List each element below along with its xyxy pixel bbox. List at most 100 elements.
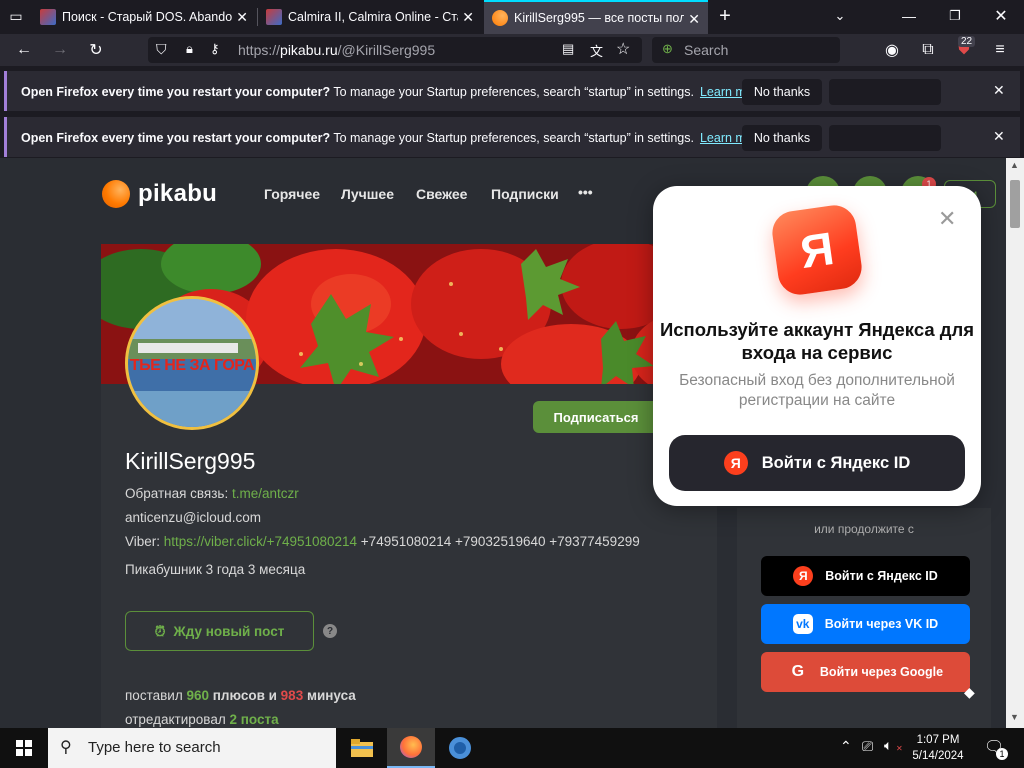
pikabu-logo-icon[interactable] xyxy=(102,180,130,208)
profile-username: KirillSerg995 xyxy=(125,448,256,474)
firefox-taskbar-icon[interactable] xyxy=(387,728,435,768)
nav-more-icon[interactable]: ••• xyxy=(578,184,593,200)
scroll-down-icon[interactable]: ▼ xyxy=(1010,712,1019,722)
network-icon[interactable]: ⎚ xyxy=(862,738,873,755)
list-all-tabs-icon[interactable]: ▭ xyxy=(4,4,28,28)
feedback-line: Обратная связь: t.me/antczr xyxy=(125,486,299,501)
extensions-icon[interactable]: ⧉ xyxy=(916,38,940,62)
notification-text: To manage your Startup preferences, sear… xyxy=(330,85,694,99)
popup-subtitle: Безопасный вход без дополнительной регис… xyxy=(679,372,955,409)
close-notification-icon[interactable]: ✕ xyxy=(993,128,1005,145)
login-vk-label: Войти через VK ID xyxy=(824,617,939,631)
page-scrollbar[interactable]: ▲ ▼ xyxy=(1006,158,1024,728)
stat-edits: отредактировал 2 поста xyxy=(125,712,279,727)
chrome-taskbar-icon[interactable] xyxy=(436,728,484,768)
system-clock[interactable]: 1:07 PM 5/14/2024 xyxy=(908,732,968,764)
paint-bucket-icon: ◆ xyxy=(964,684,975,700)
stat-text: поставил xyxy=(125,688,187,703)
yandex-icon: Я xyxy=(793,566,814,586)
scrollbar-thumb[interactable] xyxy=(1010,180,1020,228)
close-tab-icon[interactable]: ✕ xyxy=(236,9,248,26)
avatar[interactable]: ТЬЕ НЕ ЗА ГОРА xyxy=(125,296,259,430)
windows-logo-icon xyxy=(16,740,32,756)
no-thanks-button[interactable]: No thanks xyxy=(742,125,822,151)
maximize-button[interactable]: ❐ xyxy=(943,4,967,28)
set-startup-button[interactable] xyxy=(829,79,941,105)
yandex-login-button[interactable]: Я Войти с Яндекс ID xyxy=(669,435,965,491)
set-startup-button[interactable] xyxy=(829,125,941,151)
vk-icon: vk xyxy=(792,614,813,634)
key-icon[interactable]: ⚷ xyxy=(210,41,220,57)
popup-title: Используйте аккаунт Яндекса для входа на… xyxy=(659,319,975,363)
shield-icon[interactable]: ⛉ xyxy=(156,41,167,58)
clock-time: 1:07 PM xyxy=(916,734,960,746)
bookmark-star-icon[interactable]: ☆ xyxy=(616,39,630,59)
notification-text: To manage your Startup preferences, sear… xyxy=(330,131,694,145)
tab-calmira[interactable]: Calmira II, Calmira Online - Стар... ✕ xyxy=(258,0,482,34)
reload-icon[interactable]: ↻ xyxy=(84,38,108,62)
translate-icon[interactable]: 文 xyxy=(590,41,603,60)
yandex-icon: Я xyxy=(723,451,748,475)
lock-icon[interactable]: 🔒︎ xyxy=(186,41,193,57)
url-bar[interactable]: ⛉ 🔒︎ ⚷ https://pikabu.ru/@KirillSerg995 … xyxy=(148,37,642,63)
google-icon: G xyxy=(791,663,805,680)
stat-plus-count: 960 xyxy=(186,688,209,703)
minimize-button[interactable]: — xyxy=(897,4,921,28)
pikabu-logo-text[interactable]: pikabu xyxy=(138,180,217,208)
close-window-button[interactable]: ✕ xyxy=(989,4,1013,28)
volume-muted-icon[interactable]: 🔈︎ xyxy=(884,737,892,754)
alarm-clock-icon: ⏰︎ xyxy=(154,622,166,639)
search-bar[interactable]: ⊕ Search xyxy=(652,37,840,63)
login-panel: или продолжите с Я Войти с Яндекс ID vk … xyxy=(737,508,991,728)
reader-view-icon[interactable]: ▤ xyxy=(562,41,574,57)
tab-search-old-dos[interactable]: Поиск - Старый DOS. Abandonware ✕ xyxy=(32,0,256,34)
chevron-down-icon[interactable]: ⌄ xyxy=(828,4,852,28)
help-icon[interactable]: ? xyxy=(323,624,337,638)
yandex-id-popup: Я ✕ Используйте аккаунт Яндекса для вход… xyxy=(653,186,981,506)
scroll-up-icon[interactable]: ▲ xyxy=(1010,160,1019,170)
feedback-label: Обратная связь: xyxy=(125,486,232,501)
login-google-button[interactable]: G Войти через Google xyxy=(761,652,970,692)
chrome-icon xyxy=(449,737,471,759)
back-arrow-icon[interactable]: ← xyxy=(12,38,36,62)
navigation-toolbar: ← → ↻ ⛉ 🔒︎ ⚷ https://pikabu.ru/@KirillSe… xyxy=(0,34,1024,66)
tab-title: Поиск - Старый DOS. Abandonware xyxy=(62,10,232,24)
account-icon[interactable]: ◉ xyxy=(880,38,904,62)
close-notification-icon[interactable]: ✕ xyxy=(993,82,1005,99)
clock-date: 5/14/2024 xyxy=(912,750,964,762)
windows-start-icon[interactable] xyxy=(0,728,48,768)
forward-arrow-icon[interactable]: → xyxy=(48,38,72,62)
wait-new-post-button[interactable]: ⏰︎ Жду новый пост xyxy=(125,611,314,651)
show-hidden-icons-icon[interactable]: ⌃ xyxy=(840,738,852,755)
login-yandex-label: Войти с Яндекс ID xyxy=(825,569,938,583)
folder-icon xyxy=(351,739,373,757)
notification-bold: Open Firefox every time you restart your… xyxy=(21,131,331,145)
viber-link[interactable]: https://viber.click/+74951080214 xyxy=(164,534,357,549)
search-placeholder: Search xyxy=(684,42,729,58)
close-tab-icon[interactable]: ✕ xyxy=(462,9,474,26)
new-tab-button[interactable]: + xyxy=(713,4,737,28)
windows-taskbar: ⚲ Type here to search ⌃ ⎚ 🔈︎ ✕ 1:07 PM 5… xyxy=(0,728,1024,768)
notification-bold: Open Firefox every time you restart your… xyxy=(21,85,331,99)
nav-fresh[interactable]: Свежее xyxy=(416,186,467,202)
close-tab-icon[interactable]: ✕ xyxy=(688,11,700,28)
notification-message: Open Firefox every time you restart your… xyxy=(21,131,764,145)
yandex-logo-icon: Я xyxy=(769,202,865,298)
nav-hot[interactable]: Горячее xyxy=(264,186,320,202)
taskbar-search-input[interactable]: ⚲ Type here to search xyxy=(48,728,336,768)
no-thanks-button[interactable]: No thanks xyxy=(742,79,822,105)
stat-text: отредактировал xyxy=(125,712,230,727)
hamburger-menu-icon[interactable]: ≡ xyxy=(988,38,1012,62)
file-explorer-icon[interactable] xyxy=(338,728,386,768)
subscribe-button[interactable]: Подписаться xyxy=(533,401,659,433)
telegram-link[interactable]: t.me/antczr xyxy=(232,486,299,501)
url-prefix: https:// xyxy=(238,42,281,58)
login-vk-button[interactable]: vk Войти через VK ID xyxy=(761,604,970,644)
nav-subscriptions[interactable]: Подписки xyxy=(491,186,559,202)
stat-edit-count: 2 поста xyxy=(229,712,279,727)
nav-best[interactable]: Лучшее xyxy=(341,186,394,202)
tab-kirillserg995[interactable]: KirillSerg995 — все посты пользо ✕ xyxy=(484,0,708,34)
login-yandex-button[interactable]: Я Войти с Яндекс ID xyxy=(761,556,970,596)
close-popup-icon[interactable]: ✕ xyxy=(938,206,956,232)
mute-x-icon: ✕ xyxy=(896,744,903,753)
